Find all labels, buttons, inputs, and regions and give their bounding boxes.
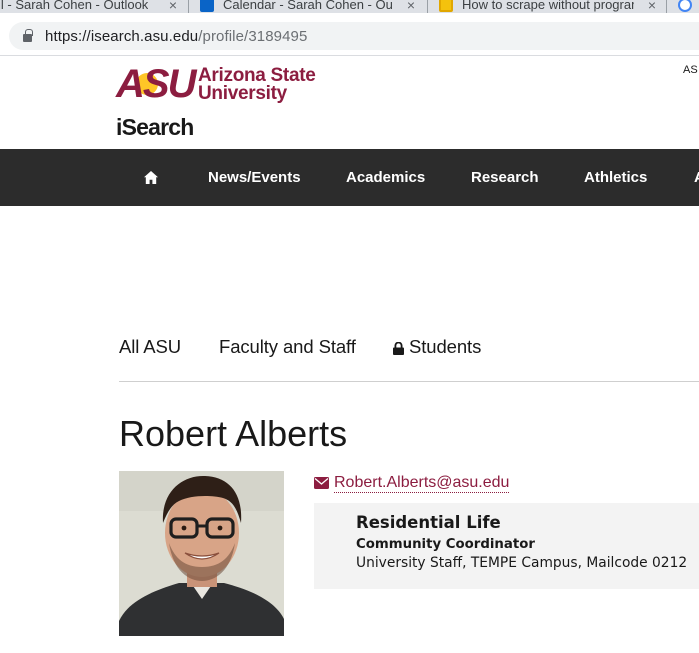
google-docs-icon <box>439 0 453 12</box>
secure-lock-icon[interactable] <box>23 29 33 42</box>
browser-tab-strip: il - Sarah Cohen - Outlook × Calendar - … <box>0 0 699 13</box>
profile-photo-image <box>119 471 284 636</box>
close-icon[interactable]: × <box>166 0 180 13</box>
asu-logo[interactable]: ASU Arizona State University <box>116 64 316 104</box>
outlook-icon <box>200 0 214 12</box>
close-icon[interactable]: × <box>404 0 418 13</box>
tab-separator <box>666 0 667 13</box>
url-path: /profile/3189495 <box>198 27 308 45</box>
google-icon <box>678 0 692 12</box>
browser-address-bar: https://isearch.asu.edu/profile/3189495 <box>0 13 699 56</box>
job-title: Community Coordinator <box>356 537 535 552</box>
asu-logo-letters: ASU <box>116 62 196 106</box>
browser-tab-outlook-calendar[interactable]: Calendar - Sarah Cohen - Outlo × <box>200 0 418 13</box>
tab-title: il - Sarah Cohen - Outlook <box>0 0 148 12</box>
tabs-divider <box>119 381 699 382</box>
tab-separator <box>427 0 428 13</box>
main-navigation: News/Events Academics Research Athletics… <box>0 149 699 206</box>
browser-tab-google[interactable] <box>678 0 699 13</box>
home-icon[interactable] <box>144 171 158 184</box>
affiliation-details: University Staff, TEMPE Campus, Mailcode… <box>356 555 688 571</box>
nav-item-news-events[interactable]: News/Events <box>208 149 301 206</box>
browser-tab-docs[interactable]: How to scrape without program × <box>439 0 659 13</box>
nav-item-academics[interactable]: Academics <box>346 149 425 206</box>
tab-students[interactable]: Students <box>409 336 481 358</box>
lock-icon <box>393 342 404 355</box>
tab-faculty-and-staff[interactable]: Faculty and Staff <box>219 336 356 358</box>
envelope-icon <box>314 477 329 489</box>
site-header: ASU Arizona State University iSearch AS <box>0 56 699 149</box>
close-icon[interactable]: × <box>645 0 659 13</box>
profile-photo <box>119 471 284 636</box>
url-text: https://isearch.asu.edu/profile/3189495 <box>45 28 307 45</box>
tab-title: How to scrape without program <box>462 0 634 12</box>
tab-all-asu[interactable]: All ASU <box>119 336 181 358</box>
nav-item-truncated[interactable]: A <box>694 149 699 206</box>
nav-item-athletics[interactable]: Athletics <box>584 149 647 206</box>
email-address[interactable]: Robert.Alberts@asu.edu <box>334 473 510 493</box>
url-host: https://isearch.asu.edu <box>45 27 199 45</box>
asu-logo-mark: ASU <box>116 64 196 104</box>
asu-home-link[interactable]: AS <box>683 64 698 76</box>
tab-title: Calendar - Sarah Cohen - Outlo <box>223 0 393 12</box>
profile-name: Robert Alberts <box>119 413 348 454</box>
logo-name-line2: University <box>198 83 287 104</box>
email-link[interactable]: Robert.Alberts@asu.edu <box>314 473 510 493</box>
site-title[interactable]: iSearch <box>116 114 194 141</box>
tab-separator <box>188 0 189 13</box>
browser-tab-outlook-mail[interactable]: il - Sarah Cohen - Outlook × <box>0 0 180 13</box>
affiliation-card: Residential Life Community Coordinator U… <box>314 503 699 589</box>
department-name[interactable]: Residential Life <box>356 513 501 532</box>
nav-item-research[interactable]: Research <box>471 149 539 206</box>
asu-logo-name: Arizona State University <box>198 66 316 104</box>
url-input[interactable]: https://isearch.asu.edu/profile/3189495 <box>9 22 699 50</box>
